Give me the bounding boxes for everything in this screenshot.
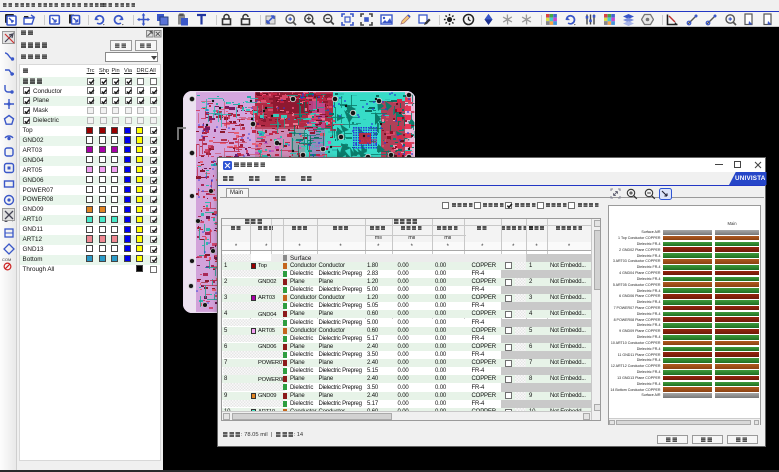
svg-text:TOTA: TOTA xyxy=(311,144,323,149)
svg-text:0_VDD: 0_VDD xyxy=(361,139,378,145)
